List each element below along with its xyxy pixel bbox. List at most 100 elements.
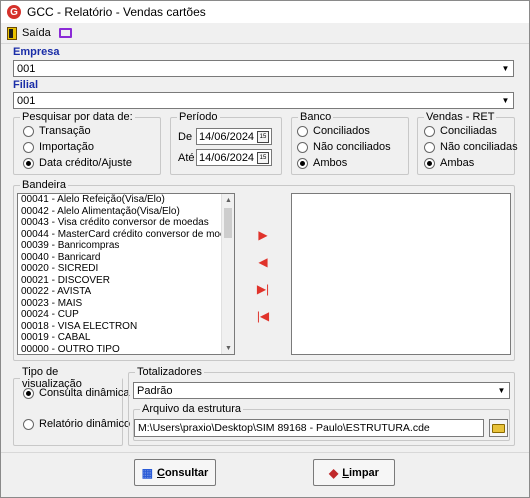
- totalizadores-value: Padrão: [137, 384, 173, 397]
- pesquisar-option-importacao[interactable]: Importação: [23, 141, 94, 153]
- door-exit-icon[interactable]: [7, 26, 17, 40]
- pesquisar-legend: Pesquisar por data de:: [22, 111, 133, 123]
- arrow-left-icon[interactable]: ◀: [255, 254, 271, 270]
- totalizadores-select[interactable]: Padrão ▼: [133, 382, 510, 399]
- report-window: G GCC - Relatório - Vendas cartões Saída…: [0, 0, 530, 498]
- chevron-down-icon[interactable]: ▼: [498, 61, 513, 76]
- bandeira-selected-list[interactable]: [291, 193, 511, 355]
- banco-option-conciliados[interactable]: Conciliados: [297, 125, 370, 137]
- bandeira-list-item[interactable]: 00044 - MasterCard crédito conversor de …: [18, 229, 234, 241]
- scroll-down-icon[interactable]: ▼: [222, 342, 234, 354]
- exit-menu-item[interactable]: Saída: [22, 27, 51, 39]
- gcc-logo-icon: G: [7, 5, 21, 19]
- vendas-ret-option-label: Não conciliadas: [440, 141, 518, 153]
- periodo-from-value: 14/06/2024: [199, 130, 255, 143]
- vendas-ret-option-ambas[interactable]: Ambas: [424, 157, 474, 169]
- periodo-to-value: 14/06/2024: [199, 151, 255, 164]
- filial-value: 001: [17, 94, 36, 107]
- bandeira-list-item[interactable]: 00024 - CUP: [18, 309, 234, 321]
- pesquisar-option-label: Importação: [39, 141, 95, 153]
- banco-option-ambos[interactable]: Ambos: [297, 157, 347, 169]
- pesquisar-option-transacao[interactable]: Transação: [23, 125, 91, 137]
- empresa-value: 001: [17, 62, 36, 75]
- tipo-option-label: Consulta dinâmica: [39, 387, 130, 399]
- radio-button[interactable]: [297, 125, 308, 137]
- vendas-ret-option-nao-conciliadas[interactable]: Não conciliadas: [424, 141, 518, 153]
- periodo-from-field[interactable]: 14/06/2024 15: [196, 128, 272, 145]
- calendar-icon[interactable]: 15: [257, 130, 269, 143]
- periodo-from-label: De: [178, 131, 193, 143]
- radio-button[interactable]: [424, 141, 435, 153]
- banco-legend: Banco: [300, 111, 332, 123]
- radio-button[interactable]: [23, 157, 34, 169]
- calendar-icon[interactable]: 15: [257, 151, 269, 164]
- bandeira-list-item[interactable]: 00041 - Alelo Refeição(Visa/Elo): [18, 194, 234, 206]
- consultar-label: Consultar: [156, 466, 209, 479]
- folder-icon: [492, 423, 505, 433]
- bandeira-list-item[interactable]: 00018 - VISA ELECTRON: [18, 321, 234, 333]
- bandeira-list-item[interactable]: 00020 - SICREDI: [18, 263, 234, 275]
- arquivo-estrutura-legend: Arquivo da estrutura: [142, 403, 242, 415]
- chevron-down-icon[interactable]: ▼: [494, 383, 509, 398]
- radio-button[interactable]: [424, 125, 435, 137]
- banco-option-label: Conciliados: [313, 125, 370, 137]
- tipo-option-label: Relatório dinâmico: [39, 418, 131, 430]
- bandeira-legend: Bandeira: [22, 179, 67, 191]
- scroll-thumb[interactable]: [224, 208, 232, 238]
- radio-button[interactable]: [23, 387, 34, 399]
- empresa-select[interactable]: 001 ▼: [13, 60, 514, 77]
- menu-bar: Saída: [1, 23, 529, 43]
- menu-separator: [1, 43, 529, 44]
- chevron-down-icon[interactable]: ▼: [498, 93, 513, 108]
- tipo-visualizacao-group: Tipo de visualização: [13, 366, 123, 446]
- consultar-button[interactable]: ▦ Consultar: [134, 459, 216, 486]
- periodo-legend: Período: [179, 111, 218, 123]
- radio-button[interactable]: [23, 141, 34, 153]
- filial-label: Filial: [13, 79, 39, 91]
- eraser-icon: ◆: [329, 465, 339, 480]
- vendas-ret-legend: Vendas - RET: [426, 111, 495, 123]
- banco-option-label: Não conciliados: [313, 141, 391, 153]
- bandeira-list-item[interactable]: 00022 - AVISTA: [18, 286, 234, 298]
- vendas-ret-option-label: Conciliadas: [440, 125, 497, 137]
- grid-icon: ▦: [141, 465, 153, 480]
- bandeira-list-item[interactable]: 00000 - OUTRO TIPO: [18, 344, 234, 355]
- scroll-up-icon[interactable]: ▲: [222, 194, 234, 206]
- arrow-all-right-icon[interactable]: ▶|: [255, 281, 271, 297]
- title-bar: G GCC - Relatório - Vendas cartões: [1, 1, 529, 23]
- vertical-scrollbar[interactable]: ▲ ▼: [221, 194, 234, 354]
- radio-button[interactable]: [23, 418, 34, 430]
- periodo-to-field[interactable]: 14/06/2024 15: [196, 149, 272, 166]
- pesquisar-option-data-credito[interactable]: Data crédito/Ajuste: [23, 157, 132, 169]
- periodo-to-label: Até: [178, 152, 195, 164]
- arrow-right-icon[interactable]: ▶: [255, 227, 271, 243]
- vendas-ret-option-label: Ambas: [440, 157, 475, 169]
- browse-folder-button[interactable]: [489, 419, 508, 437]
- limpar-label: Limpar: [342, 466, 379, 479]
- bandeira-list-item[interactable]: 00023 - MAIS: [18, 298, 234, 310]
- radio-button[interactable]: [297, 157, 308, 169]
- arrow-all-left-icon[interactable]: |◀: [255, 308, 271, 324]
- bandeira-list-item[interactable]: 00040 - Banricard: [18, 252, 234, 264]
- radio-button[interactable]: [23, 125, 34, 137]
- window-title: GCC - Relatório - Vendas cartões: [27, 5, 206, 19]
- bandeira-list-item[interactable]: 00039 - Banricompras: [18, 240, 234, 252]
- arquivo-estrutura-input[interactable]: M:\Users\praxio\Desktop\SIM 89168 - Paul…: [134, 419, 484, 437]
- vendas-ret-option-conciliadas[interactable]: Conciliadas: [424, 125, 497, 137]
- filial-select[interactable]: 001 ▼: [13, 92, 514, 109]
- empresa-label: Empresa: [13, 46, 60, 58]
- bandeira-list-item[interactable]: 00021 - DISCOVER: [18, 275, 234, 287]
- bandeira-available-list[interactable]: 00041 - Alelo Refeição(Visa/Elo) 00042 - …: [17, 193, 235, 355]
- radio-button[interactable]: [297, 141, 308, 153]
- radio-button[interactable]: [424, 157, 435, 169]
- tipo-option-relatorio[interactable]: Relatório dinâmico: [23, 418, 130, 430]
- pesquisar-option-label: Transação: [39, 125, 91, 137]
- tipo-option-consulta[interactable]: Consulta dinâmica: [23, 387, 130, 399]
- bandeira-list-item[interactable]: 00042 - Alelo Alimentação(Visa/Elo): [18, 206, 234, 218]
- banco-option-nao-conciliados[interactable]: Não conciliados: [297, 141, 391, 153]
- bandeira-list-item[interactable]: 00043 - Visa crédito conversor de moedas: [18, 217, 234, 229]
- limpar-button[interactable]: ◆ Limpar: [313, 459, 395, 486]
- footer-separator: [1, 452, 529, 453]
- bandeira-list-item[interactable]: 00019 - CABAL: [18, 332, 234, 344]
- chat-icon[interactable]: [58, 28, 72, 38]
